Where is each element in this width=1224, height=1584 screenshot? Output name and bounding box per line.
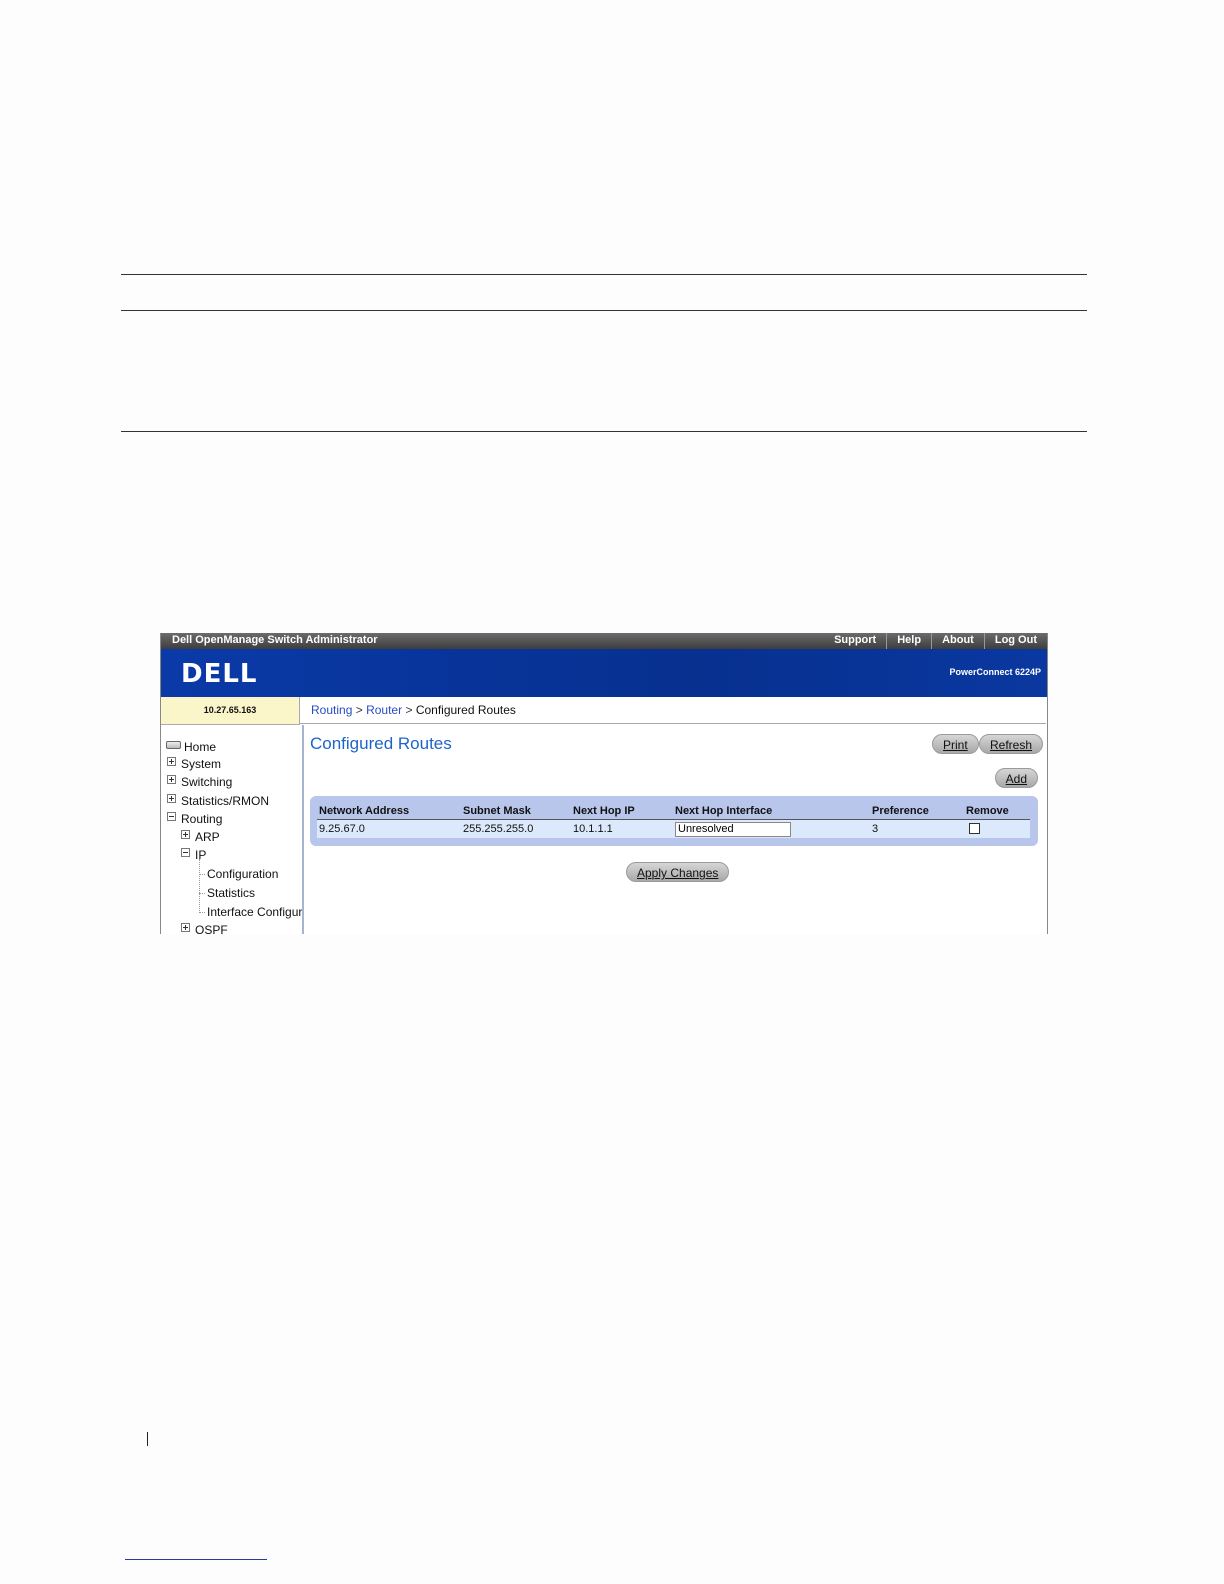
sidebar-item-statistics-rmon[interactable]: Statistics/RMON	[167, 794, 269, 808]
tree-connector	[199, 912, 205, 913]
column-header-remove: Remove	[964, 803, 1030, 820]
top-links: Support Help About Log Out	[824, 633, 1047, 649]
breadcrumb-current: Configured Routes	[415, 703, 516, 717]
column-header-subnet-mask: Subnet Mask	[461, 803, 571, 820]
sidebar-item-label: OSPF	[195, 923, 228, 934]
ip-address: 10.27.65.163	[161, 697, 300, 725]
collapse-minus-icon[interactable]	[181, 848, 190, 857]
routes-table: Network Address Subnet Mask Next Hop IP …	[317, 803, 1030, 838]
support-link[interactable]: Support	[824, 633, 886, 649]
expand-plus-icon[interactable]	[181, 830, 190, 839]
footer-link-underline	[125, 1559, 267, 1560]
breadcrumb-router[interactable]: Router	[366, 703, 402, 717]
sidebar-item-label: ARP	[195, 830, 220, 844]
collapse-minus-icon[interactable]	[167, 812, 176, 821]
page-title: Configured Routes	[310, 734, 452, 753]
switch-admin-screenshot: Dell OpenManage Switch Administrator Sup…	[160, 633, 1048, 934]
routes-table-panel: Network Address Subnet Mask Next Hop IP …	[310, 796, 1038, 846]
about-link[interactable]: About	[931, 633, 984, 649]
refresh-button[interactable]: Refresh	[979, 734, 1044, 754]
sidebar-item-routing[interactable]: Routing	[167, 812, 222, 826]
dell-logo: DELL	[181, 659, 257, 685]
next-hop-interface-field[interactable]	[675, 821, 791, 837]
sidebar-item-label: Statistics	[207, 886, 256, 900]
breadcrumb-separator: >	[405, 703, 413, 717]
table-row: 9.25.67.0 255.255.255.0 10.1.1.1 3	[317, 819, 1030, 838]
table-header-row: Network Address Subnet Mask Next Hop IP …	[317, 803, 1030, 820]
document-rule-top	[121, 274, 1087, 275]
sidebar-item-label: IP	[195, 848, 207, 862]
sidebar-item-label: Configuration	[207, 867, 279, 881]
cell-subnet-mask: 255.255.255.0	[461, 819, 571, 838]
product-name: PowerConnect 6224P	[949, 667, 1041, 677]
cell-next-hop-ip: 10.1.1.1	[571, 819, 673, 838]
cell-remove	[964, 819, 1030, 838]
logout-link[interactable]: Log Out	[983, 633, 1047, 649]
cell-preference: 3	[870, 819, 964, 838]
breadcrumb-separator: >	[355, 703, 363, 717]
remove-checkbox[interactable]	[969, 822, 980, 834]
sidebar: Home System Switching Statistics/RMON Ro…	[161, 725, 304, 934]
sidebar-item-label: System	[181, 757, 222, 771]
sidebar-item-ospf[interactable]: OSPF	[181, 923, 228, 934]
cell-next-hop-interface	[673, 819, 870, 838]
help-link[interactable]: Help	[886, 633, 931, 649]
sidebar-item-switching[interactable]: Switching	[167, 775, 232, 789]
sidebar-item-arp[interactable]: ARP	[181, 830, 220, 844]
tree-connector	[199, 859, 200, 913]
main-content: Configured Routes Print Refresh Add Netw…	[304, 725, 1046, 934]
expand-plus-icon[interactable]	[167, 775, 176, 784]
apply-changes-button[interactable]: Apply Changes	[626, 862, 730, 882]
column-header-network-address: Network Address	[317, 803, 461, 820]
expand-plus-icon[interactable]	[167, 794, 176, 803]
sidebar-item-label: Switching	[181, 775, 233, 789]
top-bar: Dell OpenManage Switch Administrator Sup…	[161, 633, 1047, 649]
home-icon	[166, 741, 181, 749]
breadcrumb: Routing > Router > Configured Routes	[300, 697, 1046, 724]
sidebar-item-home[interactable]: Home	[166, 740, 216, 754]
sidebar-item-ip-statistics[interactable]: Statistics	[207, 886, 255, 900]
dell-logo-text: DELL	[181, 659, 257, 685]
tree-connector	[199, 893, 205, 894]
sidebar-item-label: Statistics/RMON	[181, 794, 270, 808]
expand-plus-icon[interactable]	[167, 757, 176, 766]
sidebar-item-label: Home	[184, 740, 217, 754]
print-button[interactable]: Print	[932, 734, 979, 754]
column-header-next-hop-ip: Next Hop IP	[571, 803, 673, 820]
sidebar-item-system[interactable]: System	[167, 757, 221, 771]
column-header-next-hop-interface: Next Hop Interface	[673, 803, 870, 820]
add-button[interactable]: Add	[994, 768, 1038, 788]
sidebar-item-ip[interactable]: IP	[181, 848, 206, 862]
sidebar-item-label: Routing	[181, 812, 223, 826]
expand-plus-icon[interactable]	[181, 923, 190, 932]
document-rule-bottom	[121, 431, 1087, 432]
page-margin-mark	[147, 1432, 148, 1446]
document-rule-middle	[121, 310, 1087, 311]
tree-connector	[199, 874, 205, 875]
sidebar-item-label: Interface Configurati	[207, 905, 303, 919]
banner: DELL PowerConnect 6224P	[161, 649, 1047, 697]
sidebar-item-interface-configuration[interactable]: Interface Configurati	[207, 905, 303, 919]
app-title: Dell OpenManage Switch Administrator	[172, 634, 378, 646]
cell-network-address: 9.25.67.0	[317, 819, 461, 838]
breadcrumb-routing[interactable]: Routing	[311, 703, 352, 717]
column-header-preference: Preference	[870, 803, 964, 820]
sidebar-item-ip-configuration[interactable]: Configuration	[207, 867, 278, 881]
